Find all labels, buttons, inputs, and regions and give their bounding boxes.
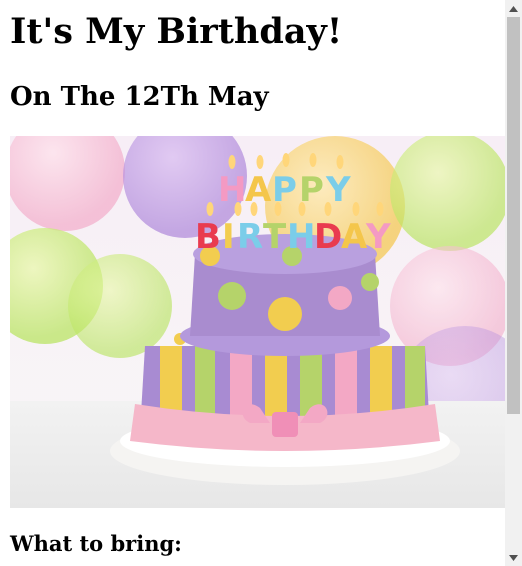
birthday-cake-image: H A P P Y B I R T H D A Y: [10, 136, 505, 508]
svg-text:B: B: [195, 217, 221, 257]
section-heading-what-to-bring: What to bring:: [10, 531, 182, 556]
cake-illustration: H A P P Y B I R T H D A Y: [10, 136, 505, 508]
page-viewport: It's My Birthday! On The 12Th May H A P …: [0, 0, 505, 566]
triangle-up-icon[interactable]: [505, 0, 522, 17]
svg-text:A: A: [245, 170, 272, 210]
svg-text:A: A: [341, 217, 368, 257]
vertical-scrollbar[interactable]: [505, 0, 522, 566]
svg-text:H: H: [287, 217, 315, 257]
svg-text:T: T: [263, 217, 287, 257]
scrollbar-thumb[interactable]: [507, 17, 520, 414]
svg-text:Y: Y: [365, 217, 391, 257]
svg-text:R: R: [237, 217, 263, 257]
page-title: It's My Birthday!: [10, 11, 343, 52]
triangle-down-icon[interactable]: [505, 549, 522, 566]
svg-text:I: I: [222, 217, 235, 257]
page-subtitle: On The 12Th May: [10, 82, 269, 112]
svg-text:H: H: [218, 170, 246, 210]
svg-text:D: D: [314, 217, 342, 257]
